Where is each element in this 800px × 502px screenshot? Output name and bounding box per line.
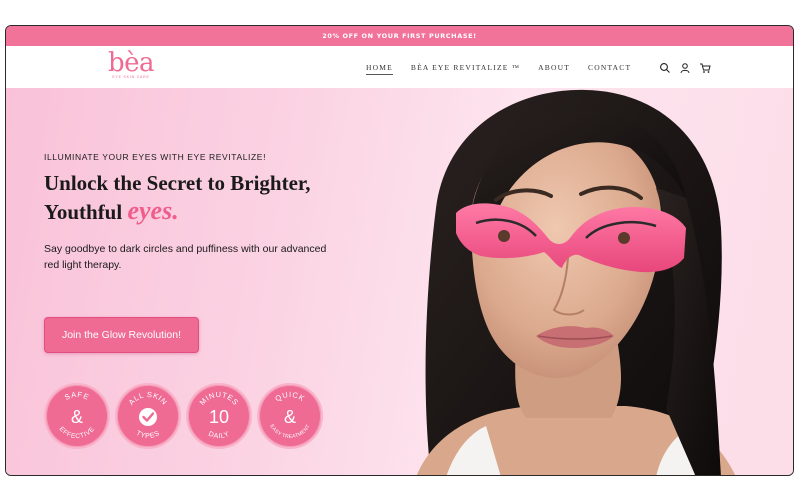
badge-1-top: SAFE (63, 390, 90, 402)
hero-headline: Unlock the Secret to Brighter, Youthful e… (44, 170, 344, 226)
badge-1-bottom: EFFECTIVE (58, 426, 96, 440)
main-nav: HOME BÈA EYE REVITALIZE ™ ABOUT CONTACT (366, 63, 649, 75)
browser-frame: 20% OFF ON YOUR FIRST PURCHASE! bèa EYE … (5, 25, 794, 476)
hero-subtext: Say goodbye to dark circles and puffines… (44, 243, 327, 271)
check-icon (139, 408, 157, 426)
brand-name: bèa (107, 48, 155, 78)
announcement-text: 20% OFF ON YOUR FIRST PURCHASE! (322, 32, 477, 40)
brand-logo[interactable]: bèa EYE SKIN CARE (99, 49, 163, 79)
search-icon[interactable] (659, 61, 671, 73)
svg-text:EFFECTIVE: EFFECTIVE (58, 426, 97, 440)
nav-product[interactable]: BÈA EYE REVITALIZE ™ (411, 63, 520, 75)
svg-text:TYPES: TYPES (135, 430, 162, 440)
account-icon[interactable] (679, 61, 691, 74)
headline-accent: eyes. (127, 196, 179, 225)
cta-button[interactable]: Join the Glow Revolution! (44, 317, 199, 353)
model-photo (416, 89, 735, 475)
badge-10-minutes: MINUTES 10 DAILY (186, 383, 252, 449)
site-header: bèa EYE SKIN CARE HOME BÈA EYE REVITALIZ… (6, 46, 793, 88)
badge-safe-effective: SAFE & EFFECTIVE (44, 383, 110, 449)
nav-home[interactable]: HOME (366, 63, 393, 75)
nav-about[interactable]: ABOUT (538, 63, 570, 75)
badge-2-bottom: TYPES (135, 430, 161, 440)
nav-contact[interactable]: CONTACT (588, 63, 631, 75)
headline-bold-2: Youthful (44, 200, 128, 224)
svg-text:SAFE: SAFE (63, 390, 91, 402)
svg-text:QUICK: QUICK (273, 390, 306, 403)
badge-3-bottom: DAILY (207, 431, 230, 440)
badge-3-top: MINUTES (198, 390, 240, 407)
hero-eyebrow: ILLUMINATE YOUR EYES WITH EYE REVITALIZE… (44, 152, 267, 162)
benefit-badges: SAFE & EFFECTIVE ALL SKIN TYPES MINUTES … (44, 383, 323, 449)
svg-text:ALL SKIN: ALL SKIN (127, 390, 170, 407)
cart-icon[interactable] (699, 61, 711, 73)
headline-bold-1: Brighter, (230, 171, 311, 195)
hero-section: ILLUMINATE YOUR EYES WITH EYE REVITALIZE… (6, 88, 793, 475)
headline-text-1: Unlock the Secret to (44, 171, 231, 195)
badge-4-center: & (284, 407, 296, 427)
badge-4-top: QUICK (273, 390, 305, 403)
announcement-bar: 20% OFF ON YOUR FIRST PURCHASE! (6, 26, 793, 46)
badge-1-center: & (71, 407, 83, 427)
badge-all-skin-types: ALL SKIN TYPES (115, 383, 181, 449)
svg-text:DAILY: DAILY (207, 431, 231, 440)
svg-text:MINUTES: MINUTES (198, 390, 241, 407)
badge-quick-easy: QUICK & EASY TREATMENT (257, 383, 323, 449)
badge-2-top: ALL SKIN (127, 390, 169, 407)
header-icons (659, 61, 711, 74)
badge-3-center: 10 (209, 407, 229, 427)
